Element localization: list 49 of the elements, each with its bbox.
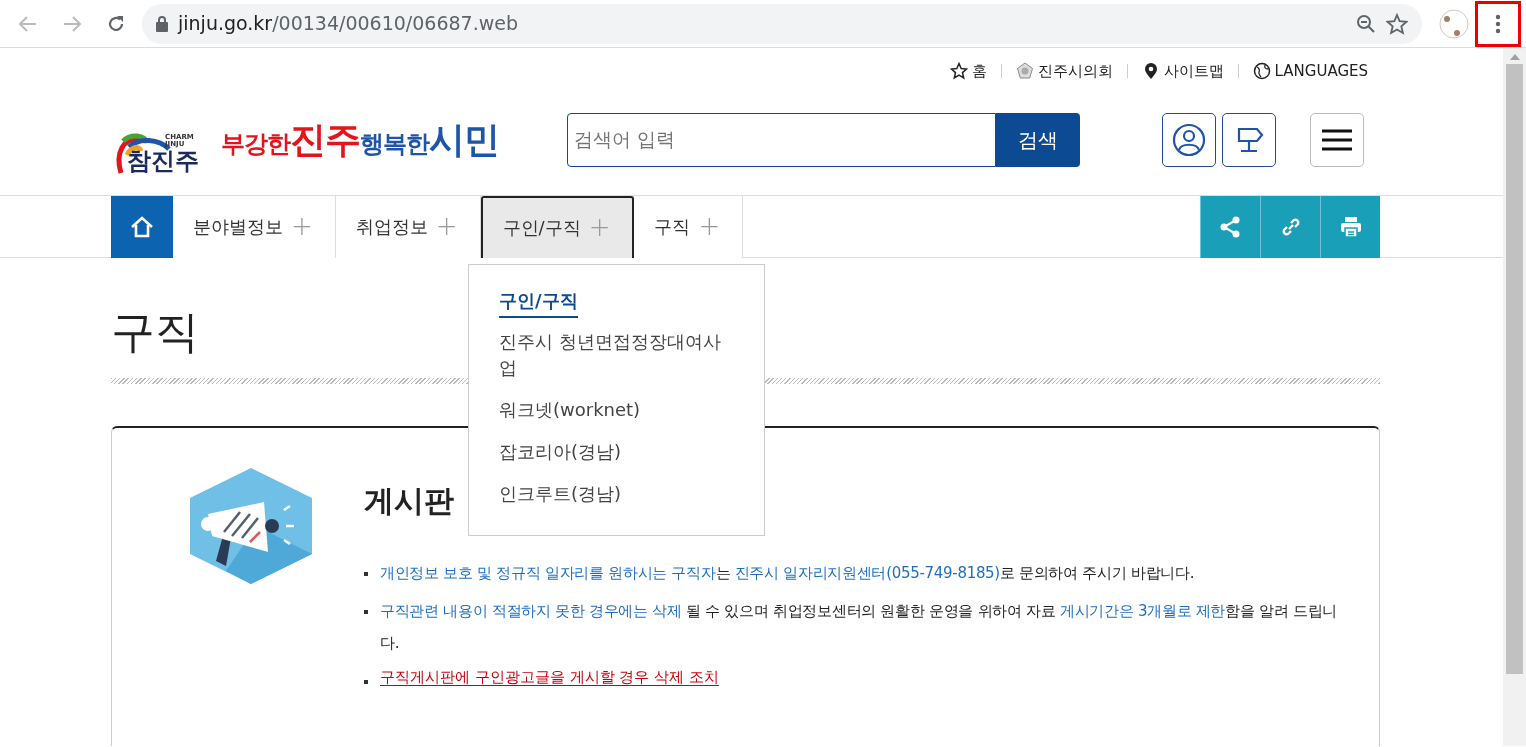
- url-text: jinju.go.kr/00134/00610/06687.web: [178, 11, 519, 37]
- logo-mark: 참진주: [127, 148, 199, 175]
- nav-tab[interactable]: 분야별정보 +: [173, 195, 336, 258]
- print-button[interactable]: [1320, 195, 1380, 258]
- nav-tab[interactable]: 구인/구직 +: [480, 195, 635, 258]
- warning-link[interactable]: 구직게시판에 구인광고글을 게시할 경우 삭제 조치: [380, 665, 719, 690]
- dropdown-item[interactable]: 구인/구직: [499, 283, 578, 319]
- home-icon: [129, 214, 155, 239]
- dropdown-item[interactable]: 진주시 청년면접정장대여사업: [499, 324, 734, 387]
- lock-icon: [156, 15, 168, 32]
- star-icon: [949, 62, 968, 81]
- globe-icon: [1252, 62, 1271, 81]
- page-title: 구직: [111, 305, 199, 359]
- search-field[interactable]: 검색어 입력: [567, 112, 996, 167]
- star-icon[interactable]: [1386, 12, 1408, 35]
- address-bar[interactable]: jinju.go.kr/00134/00610/06687.web: [142, 3, 1422, 44]
- sitemap-link[interactable]: 사이트맵: [1141, 60, 1224, 83]
- slogan: 부강한진주행복한시민: [221, 117, 499, 162]
- bullet-icon: [364, 680, 368, 685]
- board-title: 게시판: [364, 482, 454, 521]
- bullet-icon: [364, 610, 368, 615]
- nav-tab[interactable]: 취업정보 +: [335, 195, 481, 258]
- reload-icon: [106, 13, 126, 34]
- notice-text: 개인정보 보호 및 정규직 일자리를 원하시는 구직자는 진주시 일자리지원센터(055-749-8185)로 문의하여 주시기 바랍니다.: [380, 563, 1195, 585]
- login-button[interactable]: [1162, 112, 1216, 167]
- back-arrow-icon: [18, 13, 38, 34]
- share-button[interactable]: [1200, 195, 1260, 258]
- home-button[interactable]: [111, 195, 173, 258]
- dropdown-item[interactable]: 잡코리아(경남): [499, 434, 734, 471]
- signpost-button[interactable]: [1222, 112, 1276, 167]
- printer-icon: [1338, 214, 1363, 239]
- home-link[interactable]: 홈: [949, 60, 987, 83]
- nav-tab[interactable]: 구직 +: [634, 195, 744, 258]
- scrollbar-thumb[interactable]: [1506, 64, 1523, 674]
- menu-icon: [1321, 127, 1353, 152]
- bullet-icon: [364, 572, 368, 577]
- more-options-icon: [1495, 13, 1501, 34]
- avatar-icon: [1439, 8, 1469, 39]
- search-button[interactable]: 검색: [996, 112, 1080, 167]
- person-icon: [1171, 121, 1207, 158]
- zoom-out-icon[interactable]: [1356, 13, 1376, 34]
- forward-arrow-icon: [62, 13, 82, 34]
- emblem-icon: [1015, 62, 1034, 81]
- menu-button[interactable]: [1310, 112, 1364, 167]
- dropdown-item[interactable]: 인크루트(경남): [499, 476, 734, 513]
- notice-text: 구직관련 내용이 적절하지 못한 경우에는 삭제 될 수 있으며 취업정보센터의 원활한 운영을 위하여 자료 게시기간은 3개월로 제한함을 알려 드립니다.: [380, 601, 1338, 655]
- council-link[interactable]: 진주시의회: [1015, 60, 1113, 83]
- dropdown-item[interactable]: 워크넷(worknet): [499, 392, 734, 429]
- languages-link[interactable]: LANGUAGES: [1252, 60, 1368, 83]
